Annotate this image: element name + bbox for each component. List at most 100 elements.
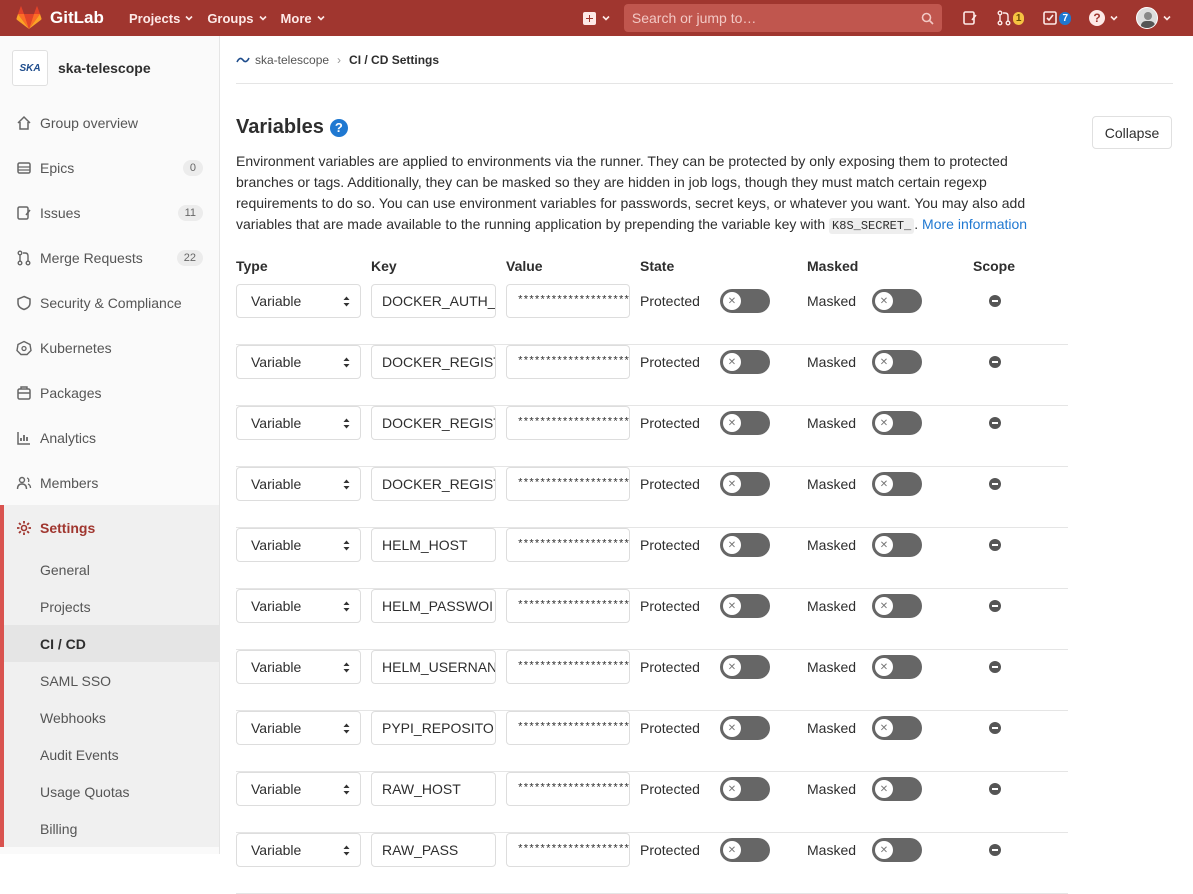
sidebar-subitem-general[interactable]: General: [4, 551, 219, 588]
breadcrumb-group-link[interactable]: ska-telescope: [255, 53, 329, 67]
protected-toggle[interactable]: ✕: [720, 838, 770, 862]
masked-toggle[interactable]: ✕: [872, 777, 922, 801]
gitlab-logo[interactable]: GitLab: [16, 6, 112, 30]
breadcrumb-current[interactable]: CI / CD Settings: [349, 53, 439, 67]
variable-value-input[interactable]: ********************: [506, 406, 630, 440]
protected-toggle[interactable]: ✕: [720, 777, 770, 801]
sidebar-item-security-compliance[interactable]: Security & Compliance: [0, 280, 219, 325]
variable-type-select[interactable]: Variable: [236, 589, 361, 623]
remove-variable-icon[interactable]: [989, 600, 1001, 612]
nav-groups[interactable]: Groups: [207, 11, 267, 26]
variable-type-select[interactable]: Variable: [236, 406, 361, 440]
sidebar-subitem-audit-events[interactable]: Audit Events: [4, 736, 219, 773]
sidebar-item-issues[interactable]: Issues 11: [0, 190, 219, 235]
remove-variable-icon[interactable]: [989, 722, 1001, 734]
help-icon[interactable]: ?: [329, 118, 348, 137]
variable-value-input[interactable]: ********************: [506, 284, 630, 318]
collapse-button[interactable]: Collapse: [1092, 116, 1172, 149]
variable-value-input[interactable]: ********************: [506, 833, 630, 867]
new-dropdown-button[interactable]: [582, 11, 610, 25]
variable-key-input[interactable]: HELM_PASSWOI: [371, 589, 496, 623]
protected-toggle[interactable]: ✕: [720, 716, 770, 740]
remove-variable-icon[interactable]: [989, 478, 1001, 490]
more-information-link[interactable]: More information: [922, 216, 1027, 232]
user-menu-button[interactable]: [1136, 7, 1171, 29]
help-nav-button[interactable]: ?: [1089, 10, 1118, 26]
protected-toggle[interactable]: ✕: [720, 533, 770, 557]
masked-toggle[interactable]: ✕: [872, 289, 922, 313]
masked-toggle[interactable]: ✕: [872, 350, 922, 374]
variable-key-input[interactable]: DOCKER_AUTH_: [371, 284, 496, 318]
group-header[interactable]: SKA ska-telescope: [0, 36, 219, 100]
sidebar-subitem-usage-quotas[interactable]: Usage Quotas: [4, 773, 219, 810]
sidebar-item-packages[interactable]: Packages: [0, 370, 219, 415]
remove-variable-icon[interactable]: [989, 844, 1001, 856]
remove-variable-icon[interactable]: [989, 295, 1001, 307]
nav-more[interactable]: More: [281, 11, 325, 26]
remove-variable-icon[interactable]: [989, 417, 1001, 429]
issues-nav-button[interactable]: [962, 10, 978, 26]
nav-projects[interactable]: Projects: [129, 11, 193, 26]
variable-type-value: Variable: [251, 476, 302, 492]
variable-type-select[interactable]: Variable: [236, 345, 361, 379]
merge-requests-nav-button[interactable]: 1: [996, 10, 1025, 26]
sidebar-item-merge-requests[interactable]: Merge Requests 22: [0, 235, 219, 280]
sidebar-subitem-billing[interactable]: Billing: [4, 810, 219, 847]
masked-toggle[interactable]: ✕: [872, 411, 922, 435]
sidebar-subitem-webhooks[interactable]: Webhooks: [4, 699, 219, 736]
search-box[interactable]: [623, 4, 942, 32]
masked-toggle[interactable]: ✕: [872, 533, 922, 557]
variable-key-input[interactable]: DOCKER_REGIST: [371, 406, 496, 440]
variable-type-select[interactable]: Variable: [236, 528, 361, 562]
variable-type-select[interactable]: Variable: [236, 711, 361, 745]
protected-toggle[interactable]: ✕: [720, 594, 770, 618]
search-input[interactable]: [631, 10, 921, 26]
variable-key-input[interactable]: DOCKER_REGIST: [371, 467, 496, 501]
masked-toggle[interactable]: ✕: [872, 594, 922, 618]
variable-key-input[interactable]: RAW_HOST: [371, 772, 496, 806]
remove-variable-icon[interactable]: [989, 661, 1001, 673]
variable-value-input[interactable]: ********************: [506, 772, 630, 806]
protected-toggle[interactable]: ✕: [720, 411, 770, 435]
masked-toggle[interactable]: ✕: [872, 838, 922, 862]
sidebar-item-epics[interactable]: Epics 0: [0, 145, 219, 190]
variable-type-select[interactable]: Variable: [236, 772, 361, 806]
masked-toggle[interactable]: ✕: [872, 655, 922, 679]
variable-value-input[interactable]: ********************: [506, 528, 630, 562]
sidebar-subitem-projects[interactable]: Projects: [4, 588, 219, 625]
variable-value-input[interactable]: ********************: [506, 467, 630, 501]
variable-key-input[interactable]: DOCKER_REGIST: [371, 345, 496, 379]
remove-variable-icon[interactable]: [989, 783, 1001, 795]
variable-value-input[interactable]: ********************: [506, 589, 630, 623]
sidebar-item-group-overview[interactable]: Group overview: [0, 100, 219, 145]
remove-variable-icon[interactable]: [989, 356, 1001, 368]
epics-count-badge: 0: [182, 159, 203, 176]
masked-toggle[interactable]: ✕: [872, 472, 922, 496]
variable-key-input[interactable]: HELM_USERNAN: [371, 650, 496, 684]
sidebar-item-kubernetes[interactable]: Kubernetes: [0, 325, 219, 370]
protected-label: Protected: [640, 293, 700, 309]
todos-nav-button[interactable]: 7: [1042, 10, 1071, 26]
sidebar-item-analytics[interactable]: Analytics: [0, 415, 219, 460]
remove-variable-icon[interactable]: [989, 539, 1001, 551]
variable-type-select[interactable]: Variable: [236, 467, 361, 501]
variable-key-input[interactable]: HELM_HOST: [371, 528, 496, 562]
protected-toggle[interactable]: ✕: [720, 472, 770, 496]
variable-value-input[interactable]: ********************: [506, 650, 630, 684]
protected-toggle[interactable]: ✕: [720, 655, 770, 679]
sidebar-item-members[interactable]: Members: [0, 460, 219, 505]
protected-toggle[interactable]: ✕: [720, 350, 770, 374]
variable-type-select[interactable]: Variable: [236, 833, 361, 867]
variable-type-select[interactable]: Variable: [236, 650, 361, 684]
variable-type-select[interactable]: Variable: [236, 284, 361, 318]
sidebar-item-settings[interactable]: Settings: [0, 505, 219, 551]
variable-key-input[interactable]: RAW_PASS: [371, 833, 496, 867]
sidebar-subitem-ci-cd[interactable]: CI / CD: [4, 625, 219, 662]
variable-value-input[interactable]: ********************: [506, 711, 630, 745]
variable-key-input[interactable]: PYPI_REPOSITOI: [371, 711, 496, 745]
sidebar-subitem-saml-sso[interactable]: SAML SSO: [4, 662, 219, 699]
variable-value-input[interactable]: ********************: [506, 345, 630, 379]
masked-toggle[interactable]: ✕: [872, 716, 922, 740]
protected-toggle[interactable]: ✕: [720, 289, 770, 313]
variables-title: Variables: [236, 116, 324, 138]
